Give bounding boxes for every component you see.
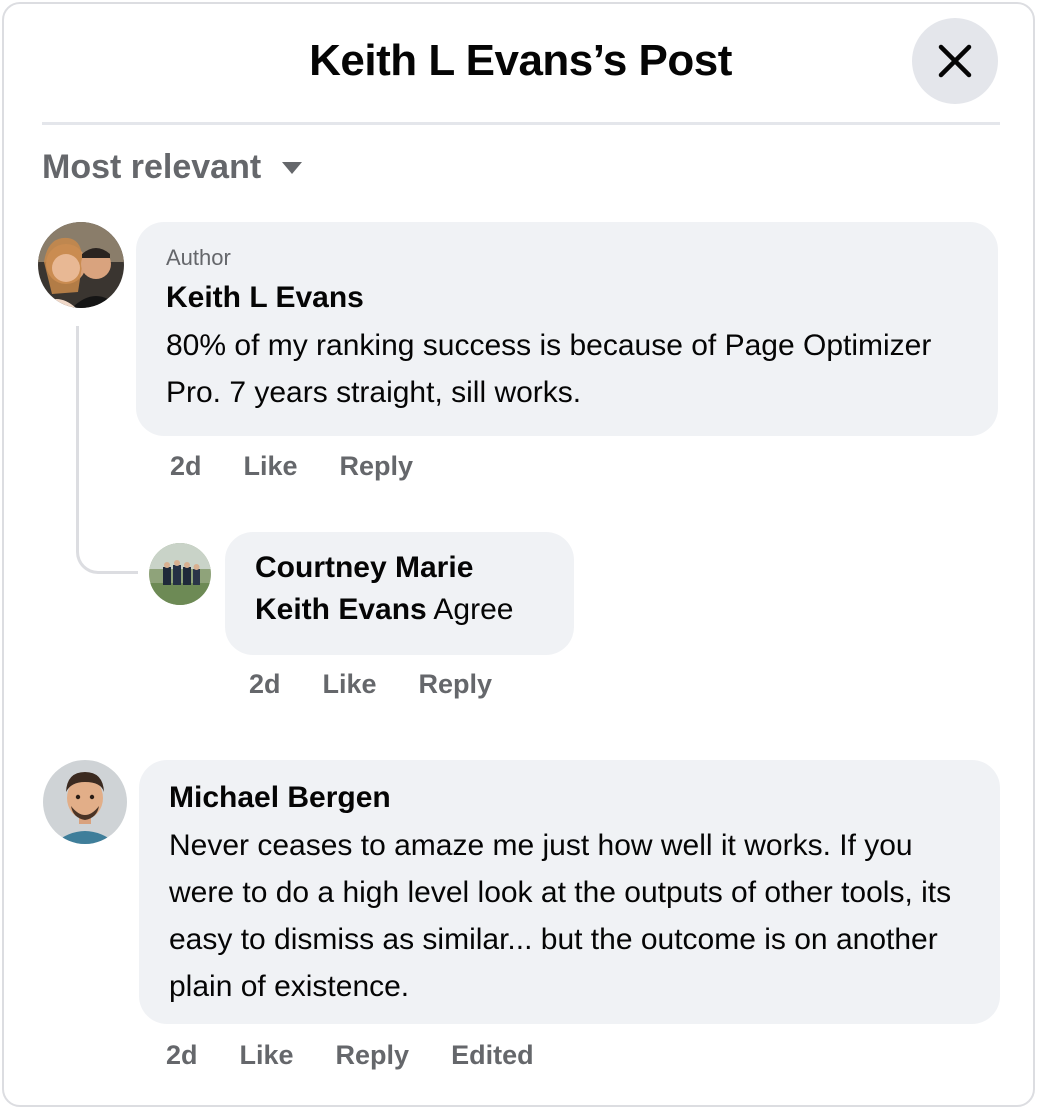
avatar-michael-bergen[interactable] <box>43 760 127 844</box>
dialog-title: Keith L Evans’s Post <box>309 36 732 85</box>
comment-author[interactable]: Keith L Evans <box>166 278 968 318</box>
comment-bubble-michael: Michael Bergen Never ceases to amaze me … <box>139 760 1000 1024</box>
comment-bubble-courtney: Courtney Marie Keith Evans Agree <box>225 532 574 655</box>
sort-label: Most relevant <box>42 148 262 186</box>
avatar-keith-evans[interactable] <box>38 222 124 308</box>
edited-label: Edited <box>451 1040 534 1070</box>
comment-author[interactable]: Courtney Marie <box>255 548 544 588</box>
comment-text: 80% of my ranking success is because of … <box>166 329 932 409</box>
reply-button[interactable]: Reply <box>336 1040 410 1071</box>
comment-body: Agree <box>433 593 514 626</box>
reply-thread-line <box>76 326 138 574</box>
reply-button[interactable]: Reply <box>419 669 493 700</box>
mention-link[interactable]: Keith Evans <box>255 593 427 626</box>
comment-actions: 2d Like Reply <box>170 451 455 482</box>
comment-bubble-keith: Author Keith L Evans 80% of my ranking s… <box>136 222 998 436</box>
comment-actions: 2d Like Reply <box>249 669 534 700</box>
comment-text: Keith Evans Agree <box>255 588 544 632</box>
comment-timestamp[interactable]: 2d <box>249 669 281 700</box>
like-button[interactable]: Like <box>240 1040 294 1071</box>
comment-author[interactable]: Michael Bergen <box>169 778 970 818</box>
comment-text: Never ceases to amaze me just how well i… <box>169 829 952 1003</box>
avatar-courtney-marie[interactable] <box>149 543 211 605</box>
close-button[interactable] <box>912 18 998 104</box>
like-button[interactable]: Like <box>244 451 298 482</box>
header-divider <box>42 122 1000 125</box>
reply-button[interactable]: Reply <box>340 451 414 482</box>
author-badge: Author <box>166 245 231 270</box>
caret-down-icon <box>282 161 303 174</box>
close-icon <box>938 44 972 78</box>
comment-timestamp[interactable]: 2d <box>170 451 202 482</box>
like-button[interactable]: Like <box>323 669 377 700</box>
comment-timestamp[interactable]: 2d <box>166 1040 198 1071</box>
comment-actions: 2d Like Reply Edited <box>166 1040 576 1071</box>
sort-dropdown[interactable]: Most relevant <box>42 148 303 187</box>
